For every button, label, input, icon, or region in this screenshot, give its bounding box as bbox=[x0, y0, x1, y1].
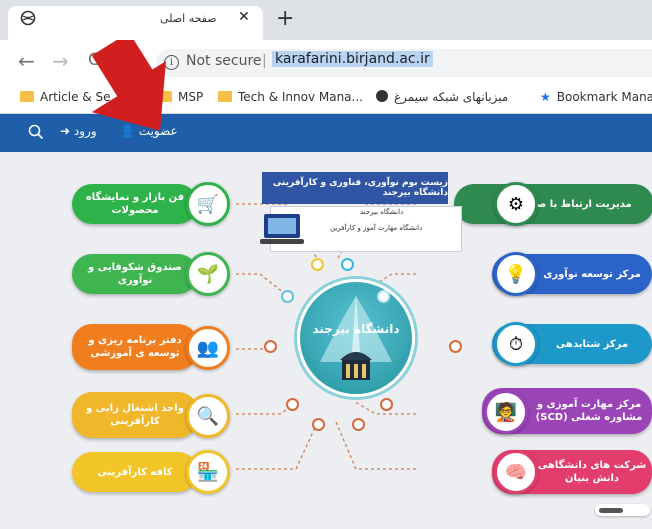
university-logo-circle: دانشگاه بیرجند bbox=[297, 279, 415, 397]
banner-line1: دانشگاه بیرجند bbox=[360, 208, 404, 216]
folder-icon bbox=[20, 91, 34, 102]
not-secure-label[interactable]: Not secure bbox=[186, 53, 262, 69]
back-icon[interactable]: ← bbox=[18, 49, 35, 73]
ecosystem-banner: زیست بوم نوآوری، فناوری و کارآفرینی دانش… bbox=[262, 172, 448, 204]
market-icon: 🛒 bbox=[186, 182, 230, 226]
star-icon: ★ bbox=[540, 90, 551, 104]
bookmark-item[interactable]: میزبانهای شبکه سیمرغ bbox=[376, 90, 508, 104]
plant-hands-icon: 🌱 bbox=[186, 252, 230, 296]
connector-dot bbox=[449, 340, 462, 353]
counseling-icon: 🧑‍🏫 bbox=[484, 390, 528, 434]
red-arrow-annotation bbox=[91, 40, 166, 131]
globe-icon bbox=[20, 10, 36, 26]
connector-dot bbox=[286, 398, 299, 411]
url-text[interactable]: karafarini.birjand.ac.ir bbox=[272, 51, 433, 67]
search-icon[interactable] bbox=[28, 124, 44, 140]
bookmark-item[interactable]: Tech & Innov Mana... bbox=[218, 90, 363, 104]
computer-illustration-icon bbox=[260, 214, 304, 244]
brain-gear-icon: 🧠 bbox=[494, 450, 538, 494]
university-name: دانشگاه بیرجند bbox=[312, 322, 400, 336]
education-planning-item[interactable]: دفتر برنامه ریزی و توسعه ی آموزشی bbox=[72, 324, 198, 370]
market-exhibition-item[interactable]: فن بازار و نمایشگاه محصولات bbox=[72, 184, 198, 224]
employment-unit-item[interactable]: واحد اشتغال زایی و کارآفرینی bbox=[72, 392, 198, 438]
browser-tab[interactable] bbox=[8, 6, 263, 40]
carousel-indicator-thumb[interactable] bbox=[599, 508, 623, 513]
connector-dot bbox=[264, 340, 277, 353]
search-job-icon: 🔍 bbox=[186, 394, 230, 438]
globe-icon bbox=[376, 90, 388, 102]
connector-dot bbox=[377, 290, 390, 303]
entrepreneurship-cafe-item[interactable]: کافه کارآفرینی bbox=[72, 452, 198, 492]
connector-dot bbox=[341, 258, 354, 271]
gears-icon: ⚙ bbox=[494, 182, 538, 226]
login-icon: ➜ bbox=[60, 124, 71, 138]
new-tab-icon[interactable]: + bbox=[276, 6, 294, 31]
connector-dot bbox=[380, 398, 393, 411]
connector-dot bbox=[281, 290, 294, 303]
bookmark-item[interactable]: ★ Bookmark Manag bbox=[540, 90, 652, 104]
address-separator: | bbox=[262, 53, 267, 69]
industry-relations-item[interactable]: مدیریت ارتباط با صنعت bbox=[454, 184, 652, 224]
forward-icon[interactable]: → bbox=[52, 49, 69, 73]
innovation-fund-item[interactable]: صندوق شکوفایی و نوآوری bbox=[72, 254, 198, 294]
cafe-shop-icon: 🏪 bbox=[186, 450, 230, 494]
team-meeting-icon: 👥 bbox=[186, 326, 230, 370]
banner-line2: دانشگاه مهارت آموز و کارآفرین bbox=[330, 224, 423, 232]
lightbulb-head-icon: 💡 bbox=[494, 252, 538, 296]
university-building-icon bbox=[320, 294, 392, 380]
speedometer-icon: ⏱ bbox=[494, 322, 538, 366]
tab-close-icon[interactable]: ✕ bbox=[238, 9, 250, 25]
tab-title: صفحه اصلی bbox=[160, 12, 217, 25]
connector-dot bbox=[352, 418, 365, 431]
folder-icon bbox=[218, 91, 232, 102]
connector-dot bbox=[311, 258, 324, 271]
connector-dot bbox=[312, 418, 325, 431]
